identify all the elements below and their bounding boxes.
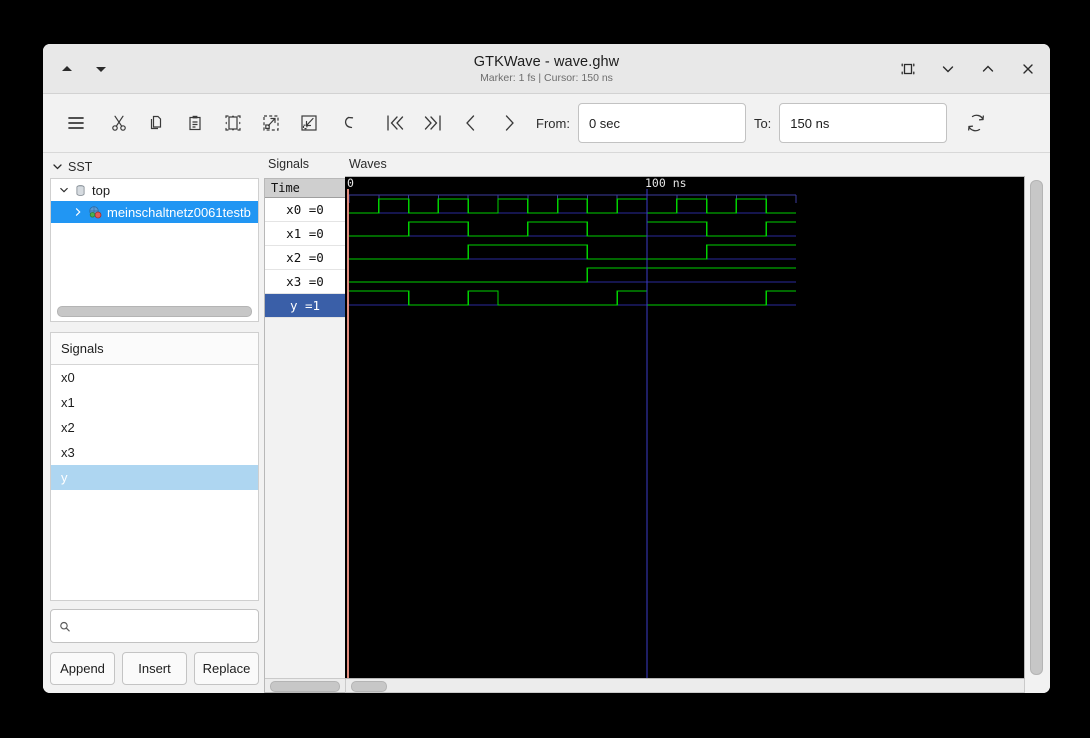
tree-row[interactable]: top [51,179,258,201]
zoom-fit-icon[interactable] [214,104,252,142]
instance-icon [89,206,102,219]
to-label: To: [753,115,772,131]
waves-horizontal-scrollbar[interactable] [345,679,1025,693]
list-item[interactable]: y [51,465,258,490]
tree-row-label: meinschaltnetz0061testb [107,204,251,220]
action-button-row: Append Insert Replace [50,652,259,685]
list-item[interactable]: x2 [51,415,258,440]
signal-value-list[interactable]: Time x0 =0 x1 =0 x2 =0 x3 =0 y =1 [264,178,345,693]
chevron-right-icon[interactable] [73,207,83,217]
copy-icon[interactable] [138,104,176,142]
signal-pane-title: Signals [268,157,309,171]
sst-tree[interactable]: top meinschaltnetz0061testb [50,178,259,322]
title-bar: GTKWave - wave.ghw Marker: 1 fs | Cursor… [43,44,1050,94]
signal-browser: Signals x0 x1 x2 x3 y [50,332,259,601]
cut-icon[interactable] [100,104,138,142]
window-subtitle: Marker: 1 fs | Cursor: 150 ns [480,71,613,84]
chevron-down-icon[interactable] [59,185,69,195]
list-item[interactable]: x0 [51,365,258,390]
fullscreen-icon[interactable] [898,59,918,79]
sst-label: SST [68,159,93,174]
signal-pane-filler [265,318,345,678]
title-bar-left-controls [57,44,111,93]
chevron-down-icon [53,164,62,170]
goto-end-icon[interactable] [414,104,452,142]
window-title: GTKWave - wave.ghw [473,53,620,70]
maximize-icon[interactable] [978,59,998,79]
list-item[interactable]: x3 [51,440,258,465]
module-icon [76,184,85,196]
goto-start-icon[interactable] [376,104,414,142]
title-bar-right-controls [898,44,1038,93]
search-field[interactable] [50,609,259,643]
waves-vertical-scrollbar[interactable] [1025,176,1046,679]
signal-browser-header: Signals [51,333,258,365]
search-input[interactable] [76,618,250,634]
replace-button[interactable]: Replace [194,652,259,685]
insert-button[interactable]: Insert [122,652,187,685]
menu-icon[interactable] [57,104,95,142]
reload-icon[interactable] [957,104,995,142]
search-icon [60,621,70,632]
waves-panel: Waves 0 100 ns [345,153,1050,693]
main-body: SST top meinschaltnetz0061testb Signals x… [43,153,1050,693]
tree-row[interactable]: meinschaltnetz0061testb [51,201,258,223]
signal-browser-list[interactable]: x0 x1 x2 x3 y [51,365,258,600]
next-edge-icon[interactable] [490,104,528,142]
from-input[interactable]: 0 sec [577,103,746,143]
minimize-icon[interactable] [938,59,958,79]
sst-header[interactable]: SST [48,157,261,176]
time-header: Time [265,179,345,198]
signal-pane-horizontal-scrollbar[interactable] [265,678,345,692]
gtkwave-window: GTKWave - wave.ghw Marker: 1 fs | Cursor… [43,44,1050,693]
zoom-out-icon[interactable] [290,104,328,142]
undo-icon[interactable] [333,104,371,142]
signal-row[interactable]: x2 =0 [265,246,345,270]
wave-canvas[interactable]: 0 100 ns [345,176,1025,679]
list-item[interactable]: x1 [51,390,258,415]
from-label: From: [536,115,570,131]
paste-icon[interactable] [176,104,214,142]
signal-name-panel: Signals Time x0 =0 x1 =0 x2 =0 x3 =0 y =1 [261,153,345,693]
down-arrow-icon[interactable] [91,59,111,79]
sst-horizontal-scrollbar[interactable] [57,306,252,317]
to-value: 150 ns [790,115,830,131]
from-value: 0 sec [588,115,621,131]
signal-row[interactable]: x0 =0 [265,198,345,222]
append-button[interactable]: Append [50,652,115,685]
time-axis-label: 0 [347,176,354,190]
toolbar: From: 0 sec To: 150 ns [43,94,1050,153]
waves-area: 0 100 ns [345,176,1046,679]
zoom-in-icon[interactable] [252,104,290,142]
prev-edge-icon[interactable] [452,104,490,142]
left-panel: SST top meinschaltnetz0061testb Signals x… [43,153,261,693]
signal-row[interactable]: x1 =0 [265,222,345,246]
signal-row[interactable]: x3 =0 [265,270,345,294]
tree-row-label: top [92,182,111,198]
to-input[interactable]: 150 ns [779,103,948,143]
time-axis-label: 100 ns [645,176,687,190]
signal-row[interactable]: y =1 [265,294,345,318]
up-arrow-icon[interactable] [57,59,77,79]
waves-title: Waves [349,157,387,171]
close-icon[interactable] [1018,59,1038,79]
